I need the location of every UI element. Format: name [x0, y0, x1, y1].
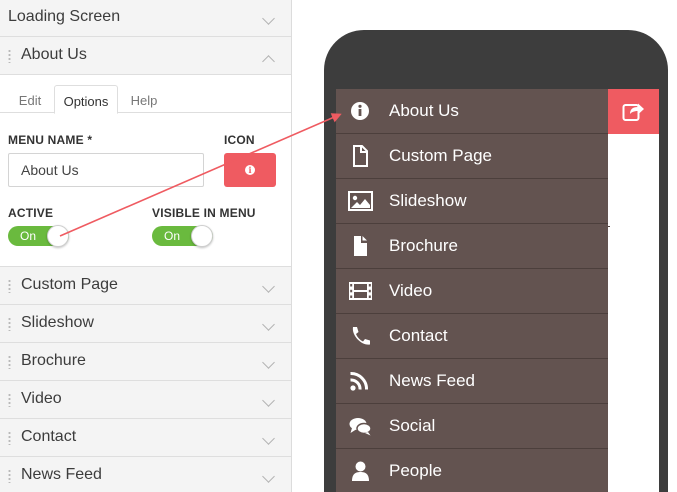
- menu-name-label: MENU NAME *: [8, 133, 93, 147]
- person-icon: [352, 461, 369, 481]
- menu-item-label: Social: [389, 416, 436, 435]
- chevron-down-icon: [262, 12, 275, 25]
- active-toggle[interactable]: On: [8, 225, 69, 247]
- icon-label: ICON: [224, 133, 255, 147]
- document-icon: [354, 236, 367, 256]
- divider: [608, 226, 610, 227]
- toggle-knob: [191, 225, 213, 247]
- section-about-us-content: Edit Options Help MENU NAME * ICON i ACT…: [0, 75, 291, 267]
- menu-item-news-feed[interactable]: News Feed: [336, 359, 608, 404]
- toggle-knob: [47, 225, 69, 247]
- section-contact[interactable]: Contact: [0, 419, 291, 457]
- section-label: Brochure: [21, 352, 86, 369]
- chevron-down-icon: [262, 318, 275, 331]
- chevron-down-icon: [262, 394, 275, 407]
- icon-picker-button[interactable]: i: [224, 153, 276, 187]
- menu-item-people[interactable]: People: [336, 449, 608, 492]
- image-icon: [348, 191, 373, 211]
- drag-handle-icon[interactable]: [8, 431, 11, 445]
- phone-icon: [352, 327, 370, 345]
- rss-icon: [350, 371, 369, 391]
- menu-item-label: Brochure: [389, 236, 458, 255]
- menu-item-slideshow[interactable]: Slideshow: [336, 179, 608, 224]
- tab-help[interactable]: Help: [120, 85, 168, 114]
- menu-item-label: Contact: [389, 326, 448, 345]
- chevron-down-icon: [262, 432, 275, 445]
- active-label: ACTIVE: [8, 206, 54, 220]
- menu-item-video[interactable]: Video: [336, 269, 608, 314]
- menu-item-social[interactable]: Social: [336, 404, 608, 449]
- section-brochure[interactable]: Brochure: [0, 343, 291, 381]
- section-custom-page[interactable]: Custom Page: [0, 267, 291, 305]
- page-icon: [353, 145, 368, 167]
- drag-handle-icon[interactable]: [8, 355, 11, 369]
- visible-in-menu-label: VISIBLE IN MENU: [152, 206, 256, 220]
- app-root: Loading Screen About Us Edit Options Hel…: [0, 0, 677, 492]
- phone-menu: About Us Custom Page Slideshow Brochure: [336, 89, 608, 492]
- chevron-down-icon: [262, 470, 275, 483]
- chevron-up-icon: [262, 55, 275, 68]
- menu-item-label: About Us: [389, 101, 459, 120]
- menu-item-custom-page[interactable]: Custom Page: [336, 134, 608, 179]
- section-slideshow[interactable]: Slideshow: [0, 305, 291, 343]
- drag-handle-icon[interactable]: [8, 469, 11, 483]
- share-button[interactable]: [608, 89, 659, 134]
- menu-item-about-us[interactable]: About Us: [336, 89, 608, 134]
- section-label: Custom Page: [21, 276, 118, 293]
- drag-handle-icon[interactable]: [8, 317, 11, 331]
- menu-item-label: News Feed: [389, 371, 475, 390]
- drag-handle-icon[interactable]: [8, 393, 11, 407]
- settings-panel: Loading Screen About Us Edit Options Hel…: [0, 0, 292, 492]
- menu-item-label: Video: [389, 281, 433, 300]
- tab-edit[interactable]: Edit: [8, 85, 52, 114]
- section-label: About Us: [21, 46, 87, 63]
- drag-handle-icon[interactable]: [8, 49, 11, 63]
- section-video[interactable]: Video: [0, 381, 291, 419]
- section-label: News Feed: [21, 466, 102, 483]
- section-label: Contact: [21, 428, 77, 445]
- chat-icon: [349, 418, 372, 436]
- menu-item-contact[interactable]: Contact: [336, 314, 608, 359]
- tab-bar: Edit Options Help: [0, 75, 291, 114]
- section-label: Loading Screen: [8, 8, 121, 25]
- section-loading-screen[interactable]: Loading Screen: [0, 0, 291, 37]
- menu-item-label: Slideshow: [389, 191, 467, 210]
- menu-item-brochure[interactable]: Brochure: [336, 224, 608, 269]
- chevron-down-icon: [262, 356, 275, 369]
- toggle-state-text: On: [164, 229, 181, 243]
- drag-handle-icon[interactable]: [8, 279, 11, 293]
- info-icon: [351, 102, 369, 120]
- section-label: Video: [21, 390, 62, 407]
- tab-options[interactable]: Options: [54, 85, 118, 114]
- menu-item-label: Custom Page: [389, 146, 492, 165]
- visible-in-menu-toggle[interactable]: On: [152, 225, 213, 247]
- share-icon: [622, 103, 644, 121]
- toggle-state-text: On: [20, 229, 37, 243]
- info-icon: i: [245, 165, 255, 175]
- section-label: Slideshow: [21, 314, 94, 331]
- menu-name-field[interactable]: [8, 153, 204, 187]
- film-icon: [349, 282, 372, 300]
- section-about-us[interactable]: About Us: [0, 37, 291, 75]
- menu-item-label: People: [389, 461, 442, 480]
- chevron-down-icon: [262, 280, 275, 293]
- section-news-feed[interactable]: News Feed: [0, 457, 291, 492]
